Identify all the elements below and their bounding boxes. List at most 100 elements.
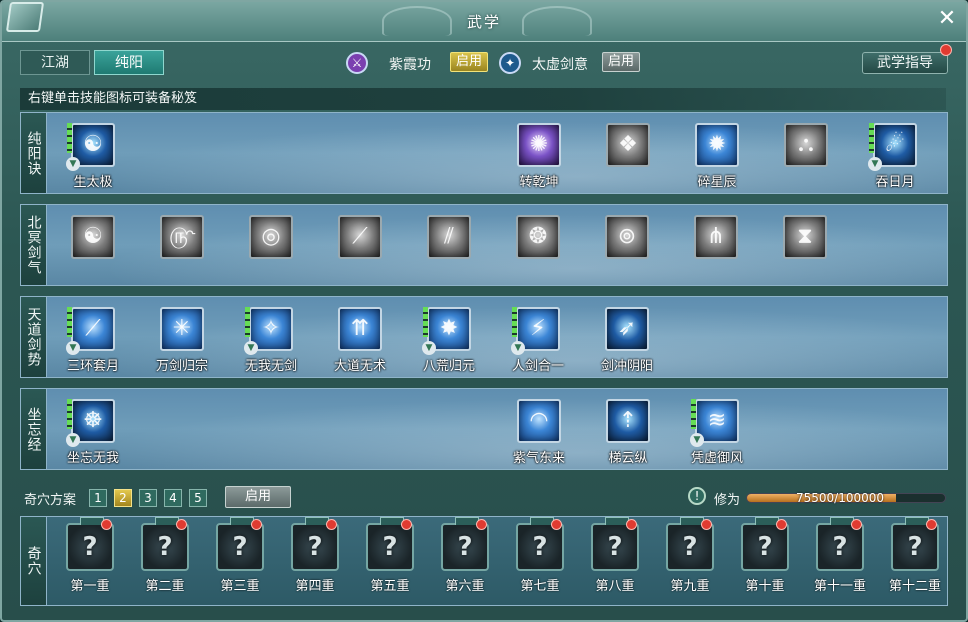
skill-locked-6[interactable]: ⟋ — [332, 215, 388, 263]
equip-bars-icon — [423, 307, 428, 337]
expand-arrow-icon[interactable]: ▼ — [868, 157, 882, 171]
equip-bars-icon — [67, 123, 72, 153]
beast-icon: ❂ — [528, 224, 548, 249]
row-label: 坐忘经 — [21, 389, 47, 469]
question-icon: ? — [382, 532, 398, 562]
qixue-slot-3[interactable]: ? 第三重 — [209, 517, 271, 594]
skill-locked-7[interactable]: ⫽ — [421, 215, 477, 263]
scheme-enable-button[interactable]: 启用 — [225, 486, 291, 508]
qixue-slot-label: 第一重 — [70, 579, 110, 594]
yinyang-icon: ☯ — [83, 224, 103, 249]
skill-wanjian-guizong[interactable]: ✳ 万剑归宗 — [154, 307, 210, 374]
skill-row-tiandao: 天道剑势 ⟋ ▼ 三环套月 ✳ 万剑归宗 ✧ ▼ 无我无剑 ⇈ 大道无术 ✸ ▼ 八荒归元 ⚡ ▼… — [20, 296, 948, 378]
skill-zhuan-qiankun[interactable]: ✺ 转乾坤 — [511, 123, 567, 190]
skill-locked-1[interactable]: ❖ — [600, 123, 656, 171]
skill-locked-2[interactable]: ⛬ — [778, 123, 834, 171]
expand-arrow-icon[interactable]: ▼ — [422, 341, 436, 355]
xiuwei-progress-text: 75500/100000 — [796, 491, 885, 505]
expand-arrow-icon[interactable]: ▼ — [690, 433, 704, 447]
qixue-slot-12[interactable]: ? 第十二重 — [884, 517, 946, 594]
skill-locked-10[interactable]: ⋔ — [688, 215, 744, 263]
qixue-slot-4[interactable]: ? 第四重 — [284, 517, 346, 594]
notify-dot — [851, 519, 862, 530]
qixue-slot-6[interactable]: ? 第六重 — [434, 517, 496, 594]
sword-art-icon[interactable]: ✦ — [499, 52, 521, 74]
skill-tun-riyue[interactable]: ☄ ▼ 吞日月 — [867, 123, 923, 190]
qixue-slot-label: 第六重 — [445, 579, 485, 594]
notify-dot — [626, 519, 637, 530]
skill-locked-5[interactable]: ◎ — [243, 215, 299, 263]
skill-locked-11[interactable]: ⧗ — [777, 215, 833, 263]
scroll-icon: ❖ — [618, 132, 638, 157]
meditate-icon: ☸ — [83, 408, 103, 433]
skill-locked-4[interactable]: ௹ — [154, 215, 210, 263]
question-icon: ? — [307, 532, 323, 562]
guide-button[interactable]: 武学指导 — [862, 52, 948, 74]
skill-renjian-heyi[interactable]: ⚡ ▼ 人剑合一 — [510, 307, 566, 374]
scheme-button-4[interactable]: 4 — [164, 489, 182, 507]
skill-wuwo-wujian[interactable]: ✧ ▼ 无我无剑 — [243, 307, 299, 374]
art-enable-button-zixia[interactable]: 启用 — [450, 52, 488, 72]
skill-jianchong-yinyang[interactable]: ➶ 剑冲阴阳 — [599, 307, 655, 374]
skill-ziqi-donglai[interactable]: ◠ 紫气东来 — [511, 399, 567, 466]
skill-bahuang-guiyuan[interactable]: ✸ ▼ 八荒归元 — [421, 307, 477, 374]
skill-sanhuan-taoyue[interactable]: ⟋ ▼ 三环套月 — [65, 307, 121, 374]
skill-locked-3[interactable]: ☯ — [65, 215, 121, 263]
swirl-icon: ௹ — [168, 224, 196, 249]
taiji-icon: ☯ — [83, 132, 103, 157]
qixue-slot-label: 第四重 — [295, 579, 335, 594]
notify-dot — [176, 519, 187, 530]
art-enable-button-taixu[interactable]: 启用 — [602, 52, 640, 72]
fan-icon: ⋔ — [706, 224, 726, 249]
equip-bars-icon — [67, 307, 72, 337]
equip-bars-icon — [245, 307, 250, 337]
qixue-slot-label: 第五重 — [370, 579, 410, 594]
skill-locked-9[interactable]: ⊚ — [599, 215, 655, 263]
qixue-slot-2[interactable]: ? 第二重 — [134, 517, 196, 594]
expand-arrow-icon[interactable]: ▼ — [244, 341, 258, 355]
meditate-icon: ⛬ — [798, 132, 814, 157]
skill-sui-xingchen[interactable]: ✹ 碎星辰 — [689, 123, 745, 190]
question-icon: ? — [757, 532, 773, 562]
qixue-slot-7[interactable]: ? 第七重 — [509, 517, 571, 594]
skill-locked-8[interactable]: ❂ — [510, 215, 566, 263]
sword-rain-icon: ⟋ — [85, 316, 101, 341]
qixue-slot-9[interactable]: ? 第九重 — [659, 517, 721, 594]
scheme-button-2[interactable]: 2 — [114, 489, 132, 507]
expand-arrow-icon[interactable]: ▼ — [66, 157, 80, 171]
skill-zuowang-wuwo[interactable]: ☸ ▼ 坐忘无我 — [65, 399, 121, 466]
hint-text: 右键单击技能图标可装备秘笈 — [20, 88, 946, 110]
leap-icon: ☄ — [885, 132, 905, 157]
purple-art-icon[interactable]: ⚔ — [346, 52, 368, 74]
qixue-slot-11[interactable]: ? 第十一重 — [809, 517, 871, 594]
expand-arrow-icon[interactable]: ▼ — [511, 341, 525, 355]
notify-dot — [326, 519, 337, 530]
skill-dadao-wushu[interactable]: ⇈ 大道无术 — [332, 307, 388, 374]
title-bar[interactable]: 武学 ✕ — [2, 2, 966, 42]
info-icon[interactable]: ! — [688, 487, 706, 505]
qixue-slot-label: 第七重 — [520, 579, 560, 594]
qixue-slot-5[interactable]: ? 第五重 — [359, 517, 421, 594]
question-icon: ? — [457, 532, 473, 562]
qixue-slot-8[interactable]: ? 第八重 — [584, 517, 646, 594]
qixue-slot-1[interactable]: ? 第一重 — [59, 517, 121, 594]
tab-chunyang[interactable]: 纯阳 — [94, 50, 164, 75]
notify-dot — [101, 519, 112, 530]
skill-pingxu-yufeng[interactable]: ≋ ▼ 凭虚御风 — [689, 399, 745, 466]
scheme-label: 奇穴方案 — [24, 493, 77, 508]
equip-bars-icon — [869, 123, 874, 153]
skill-tiyun-zong[interactable]: ⇡ 梯云纵 — [600, 399, 656, 466]
art-label-taixu: 太虚剑意 — [532, 57, 588, 73]
skill-sheng-taiji[interactable]: ☯ ▼ 生太极 — [65, 123, 121, 190]
scheme-button-1[interactable]: 1 — [89, 489, 107, 507]
tab-jianghu[interactable]: 江湖 — [20, 50, 90, 75]
qixue-slot-10[interactable]: ? 第十重 — [734, 517, 796, 594]
martial-arts-window: 武学 ✕ 江湖 纯阳 ⚔ 紫霞功 启用 ✦ 太虚剑意 启用 武学指导 右键单击技… — [0, 0, 968, 622]
scheme-button-5[interactable]: 5 — [189, 489, 207, 507]
wave-icon: ◠ — [529, 408, 549, 433]
qixue-row: 奇穴 ? 第一重? 第二重? 第三重? 第四重? 第五重? 第六重? 第七重? 第八重? 第九重?… — [20, 516, 948, 606]
scheme-button-3[interactable]: 3 — [139, 489, 157, 507]
expand-arrow-icon[interactable]: ▼ — [66, 341, 80, 355]
expand-arrow-icon[interactable]: ▼ — [66, 433, 80, 447]
close-icon[interactable]: ✕ — [934, 7, 960, 33]
